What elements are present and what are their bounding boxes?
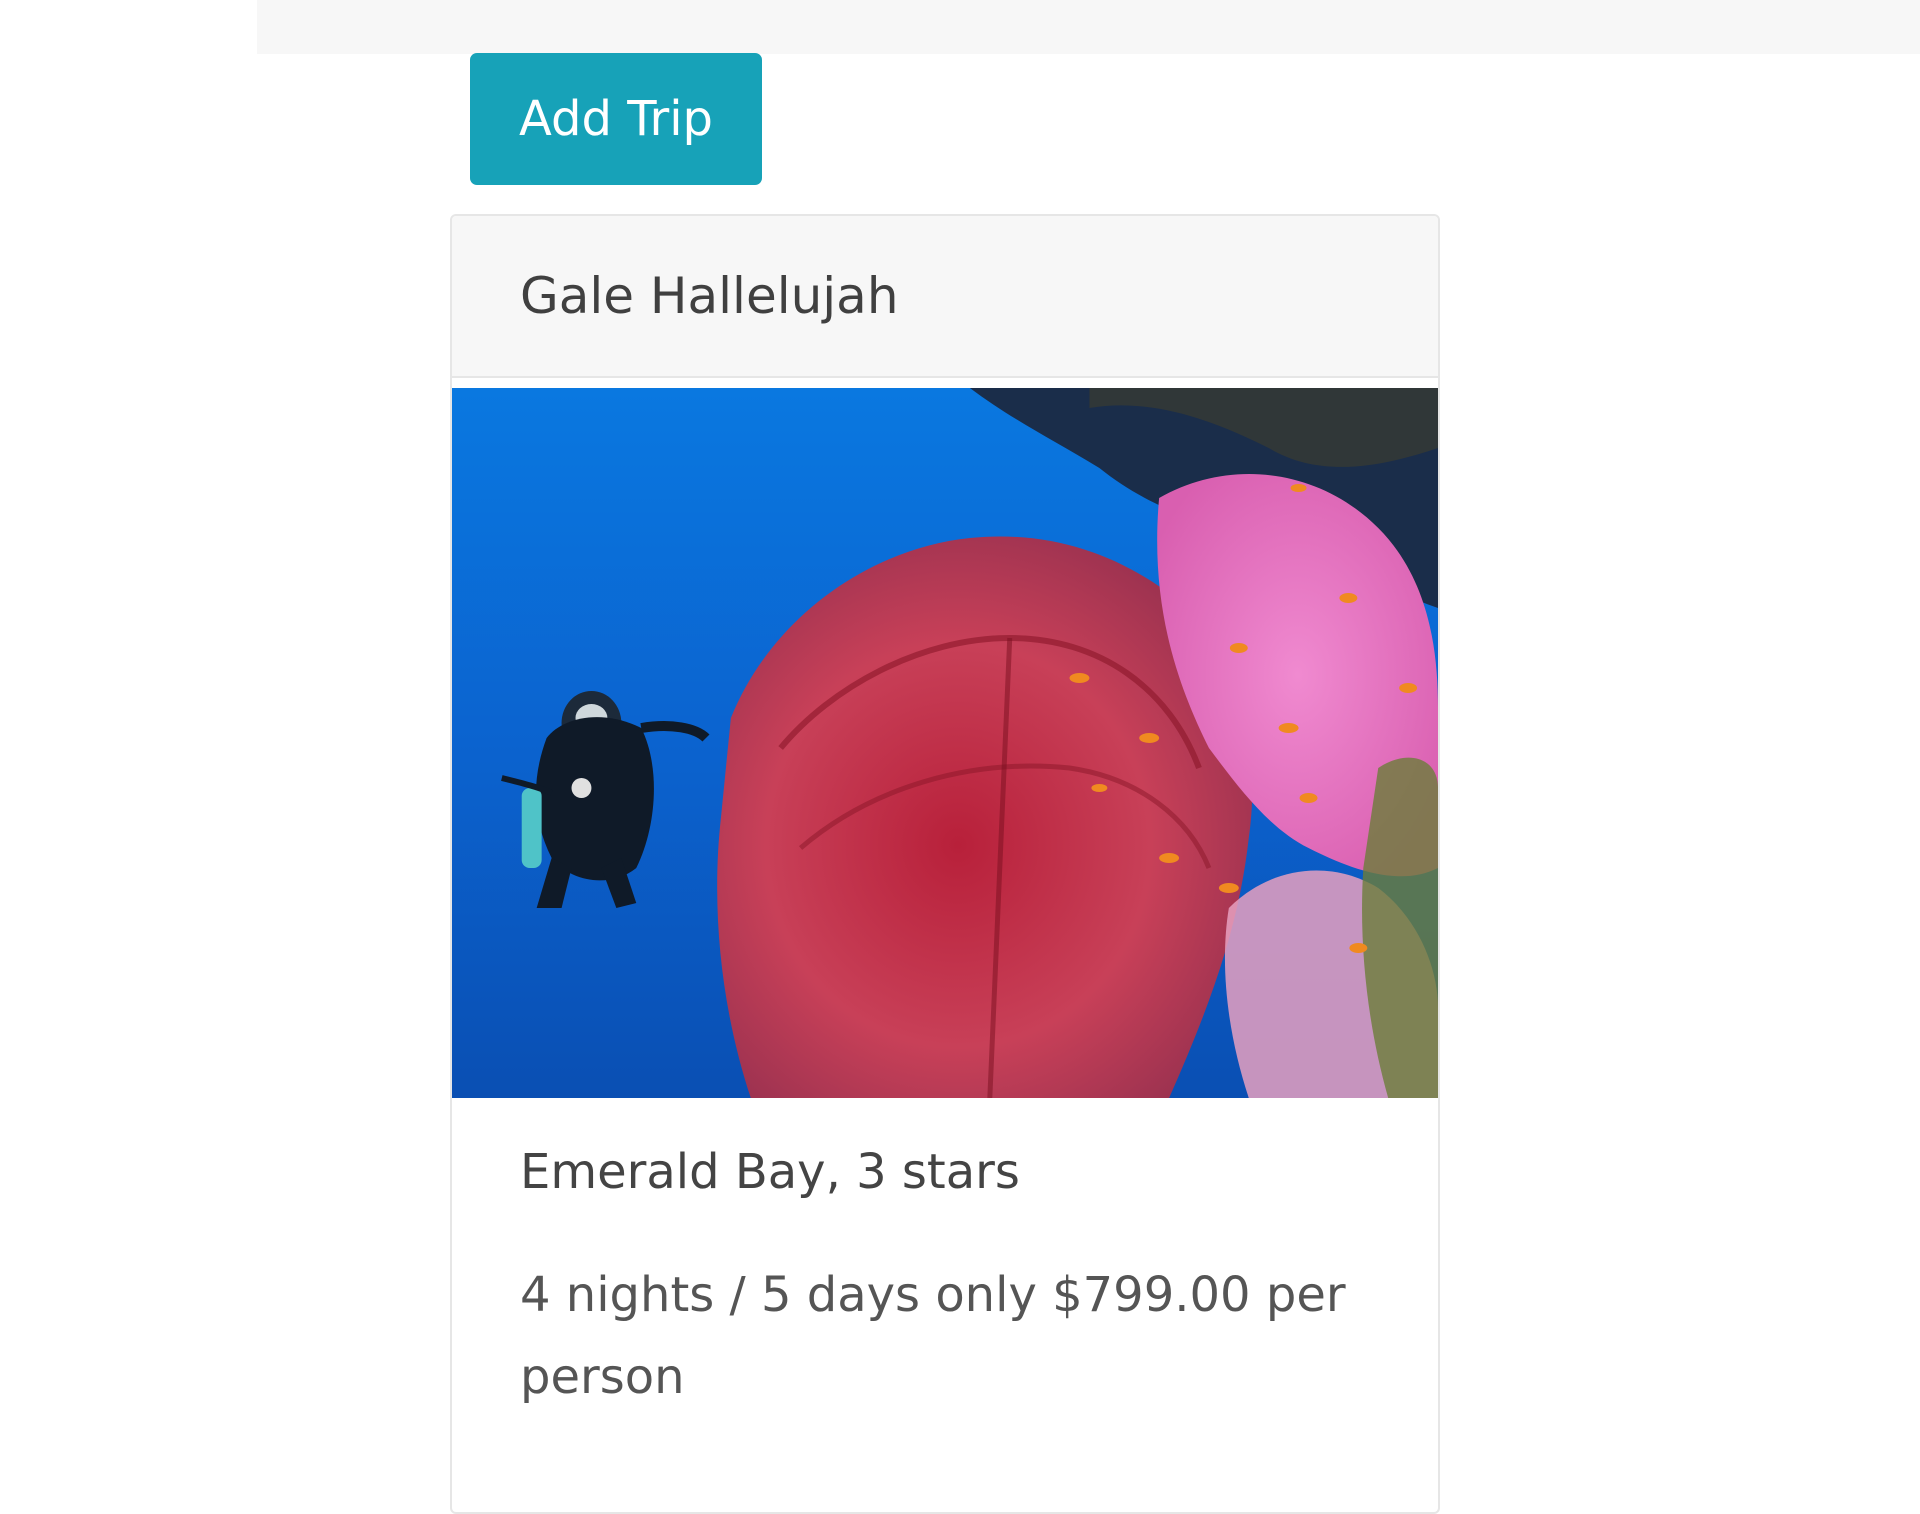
card-header: Gale Hallelujah [452, 216, 1438, 378]
trip-image [452, 388, 1438, 1098]
card-description: 4 nights / 5 days only $799.00 per perso… [520, 1267, 1346, 1405]
trip-card: Gale Hallelujah Emerald Bay, 3 stars 4 n… [450, 214, 1440, 1514]
card-body: Emerald Bay, 3 stars 4 nights / 5 days o… [452, 1098, 1438, 1418]
card-title: Emerald Bay, 3 stars [520, 1144, 1020, 1200]
top-bar [257, 0, 1920, 54]
add-trip-button[interactable]: Add Trip [470, 53, 762, 185]
dive-photo-icon [452, 388, 1438, 1098]
